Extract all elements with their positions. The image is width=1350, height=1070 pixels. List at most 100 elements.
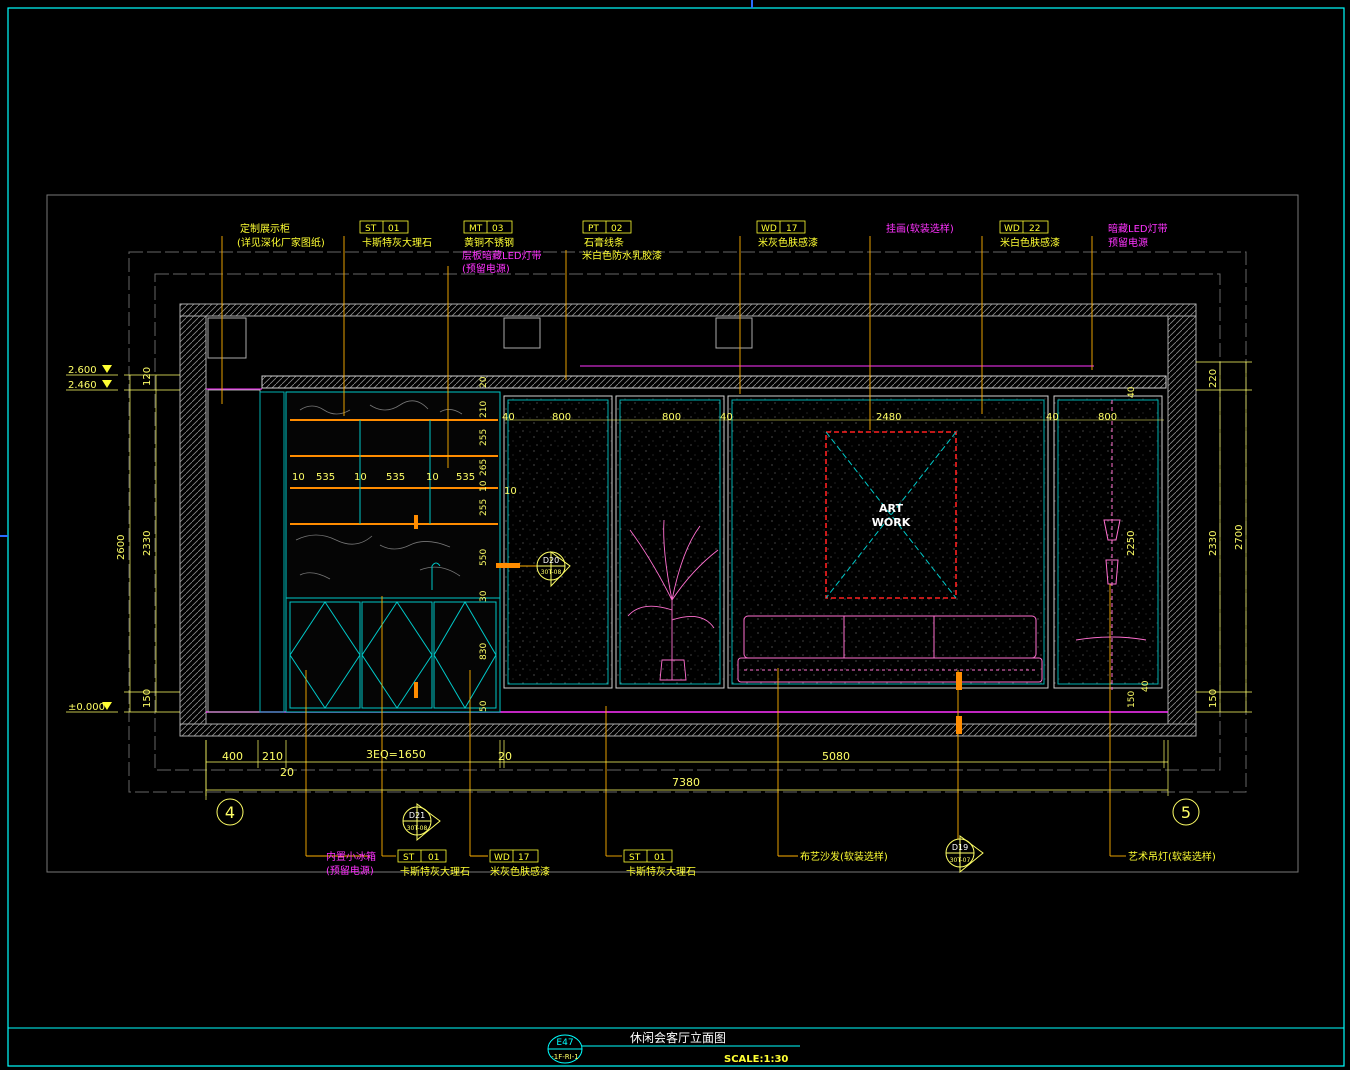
callout-bottom-3-code: WD (494, 853, 510, 863)
dim-left-2600: 2600 (116, 535, 127, 560)
callout-top-4-num: 02 (611, 224, 622, 234)
callout-top-7-num: 22 (1029, 224, 1040, 234)
callout-top-5-code: WD (761, 224, 777, 234)
dim-bottom-5080: 5080 (822, 750, 850, 763)
callout-top-1-line1: 定制展示柜 (240, 222, 290, 235)
callout-bottom-4-code: ST (629, 853, 641, 863)
level-2600: 2.600 (68, 365, 97, 376)
callout-bottom-3-line1: 米灰色肤感漆 (490, 865, 550, 878)
dim-cab-2: 535 (316, 472, 335, 483)
wall-panels (503, 395, 1164, 689)
dim-wall-11: 150 (1127, 691, 1137, 708)
dim-bottom-20b: 20 (280, 766, 294, 779)
dim-wall-6: 40 (1046, 412, 1059, 423)
level-2460: 2.460 (68, 380, 97, 391)
callout-top-7-code: WD (1004, 224, 1020, 234)
section-d20-ref: 30T-08 (541, 569, 562, 576)
callout-top-2-line1: 卡斯特灰大理石 (362, 236, 432, 249)
callout-top-6-line1: 挂画(软装选样) (886, 222, 954, 235)
dim-cab-5: 10 (426, 472, 439, 483)
dim-wall-2: 800 (552, 412, 571, 423)
elevation-drawing: ART WORK 定制展示柜 (详见深化厂家图纸) ST 01 卡斯特灰大理石 … (0, 0, 1345, 1067)
callout-top-5-num: 17 (786, 224, 797, 234)
callouts-bottom: 内置小冰箱 (预留电源) ST 01 卡斯特灰大理石 WD 17 米灰色肤感漆 … (326, 849, 1216, 878)
dim-cabv-10: 50 (479, 700, 489, 712)
dim-right-2330: 2330 (1208, 531, 1219, 556)
dim-cabv-8: 30 (479, 590, 489, 602)
dim-cabv-2: 210 (479, 401, 489, 418)
dim-cab-4: 535 (386, 472, 405, 483)
dim-cabv-1: 20 (479, 376, 489, 388)
level-0: ±0.000 (68, 702, 105, 713)
callout-top-3-num: 03 (492, 224, 503, 234)
dim-cab-6: 535 (456, 472, 475, 483)
dim-bottom-7380: 7380 (672, 776, 700, 789)
drawing-scale: SCALE:1:30 (724, 1054, 788, 1065)
callout-top-7-line1: 米白色肤感漆 (1000, 236, 1060, 249)
callout-top-2-num: 01 (388, 224, 399, 234)
callout-top-1-line2: (详见深化厂家图纸) (237, 236, 325, 249)
callout-top-3-code: MT (469, 224, 483, 234)
dim-cab-7: 10 (504, 486, 517, 497)
dim-left-120: 120 (142, 367, 153, 386)
callout-top-5-line1: 米灰色肤感漆 (758, 236, 818, 249)
dim-left-2330: 2330 (142, 531, 153, 556)
dim-cab-3: 10 (354, 472, 367, 483)
dim-bottom-20a: 20 (498, 750, 512, 763)
axis-4: 4 (225, 803, 235, 822)
artwork-label-1: ART (879, 502, 903, 515)
dim-right-2700: 2700 (1234, 525, 1245, 550)
dim-wall-7: 800 (1098, 412, 1117, 423)
callouts-top: 定制展示柜 (详见深化厂家图纸) ST 01 卡斯特灰大理石 MT 03 黄铜不… (237, 220, 1168, 275)
level-marks: 2.600 2.460 ±0.000 (66, 365, 118, 713)
callout-bottom-1-line1: 内置小冰箱 (326, 850, 376, 863)
dim-cabv-6: 255 (479, 499, 489, 516)
callout-top-2-code: ST (365, 224, 377, 234)
dim-cabv-9: 830 (479, 643, 489, 660)
callout-bottom-5-line1: 布艺沙发(软装选样) (800, 850, 888, 863)
dim-left-150: 150 (142, 689, 153, 708)
dim-wall-9: 2250 (1126, 531, 1137, 556)
section-d20-id: D20 (543, 556, 559, 565)
section-d21-ref: 30T-08 (407, 825, 428, 832)
dim-wall-10: 40 (1141, 680, 1151, 692)
dim-cabv-3: 255 (479, 429, 489, 446)
sheet-ref: -1F-RI-1 (551, 1053, 578, 1061)
callout-bottom-4-num: 01 (654, 853, 665, 863)
callout-top-4-line2: 米白色防水乳胶漆 (582, 249, 662, 262)
callout-bottom-2-num: 01 (428, 853, 439, 863)
title-block: E47 -1F-RI-1 休闲会客厅立面图 SCALE:1:30 (547, 1030, 800, 1065)
artwork-label-2: WORK (872, 516, 911, 529)
dim-bottom-400: 400 (222, 750, 243, 763)
dim-cabv-7: 550 (479, 549, 489, 566)
drawing-title: 休闲会客厅立面图 (630, 1030, 726, 1045)
callout-top-4-code: PT (588, 224, 599, 234)
dim-wall-8: 40 (1127, 386, 1137, 398)
callout-top-3-line2: 层板暗藏LED灯带 (462, 249, 542, 262)
dim-wall-3: 800 (662, 412, 681, 423)
axis-bubbles: 4 5 (205, 740, 1200, 826)
callout-bottom-2-code: ST (403, 853, 415, 863)
callout-top-3-line1: 黄铜不锈钢 (464, 236, 514, 249)
callout-top-4-line1: 石膏线条 (584, 236, 624, 249)
sheet-number: E47 (556, 1038, 573, 1048)
dim-cabv-4: 265 (479, 459, 489, 476)
dim-bottom-3eq: 3EQ=1650 (366, 748, 426, 761)
callout-bottom-3-num: 17 (518, 853, 529, 863)
section-d19-ref: 30T-07 (950, 857, 971, 864)
section-d19-id: D19 (952, 843, 968, 852)
dim-wall-4: 40 (720, 412, 733, 423)
dim-bottom-210: 210 (262, 750, 283, 763)
dim-right-220: 220 (1208, 369, 1219, 388)
callout-bottom-1-line2: (预留电源) (326, 864, 374, 877)
dim-cabv-5: 10 (479, 480, 489, 492)
callout-bottom-2-line1: 卡斯特灰大理石 (400, 865, 470, 878)
dim-cab-1: 10 (292, 472, 305, 483)
display-cabinet (207, 389, 501, 713)
section-d21-id: D21 (409, 811, 425, 820)
dim-wall-5: 2480 (876, 412, 901, 423)
dim-right-150: 150 (1208, 689, 1219, 708)
callout-top-3-line3: (预留电源) (462, 262, 510, 275)
axis-5: 5 (1181, 803, 1191, 822)
callout-top-8-line1: 暗藏LED灯带 (1108, 222, 1168, 235)
